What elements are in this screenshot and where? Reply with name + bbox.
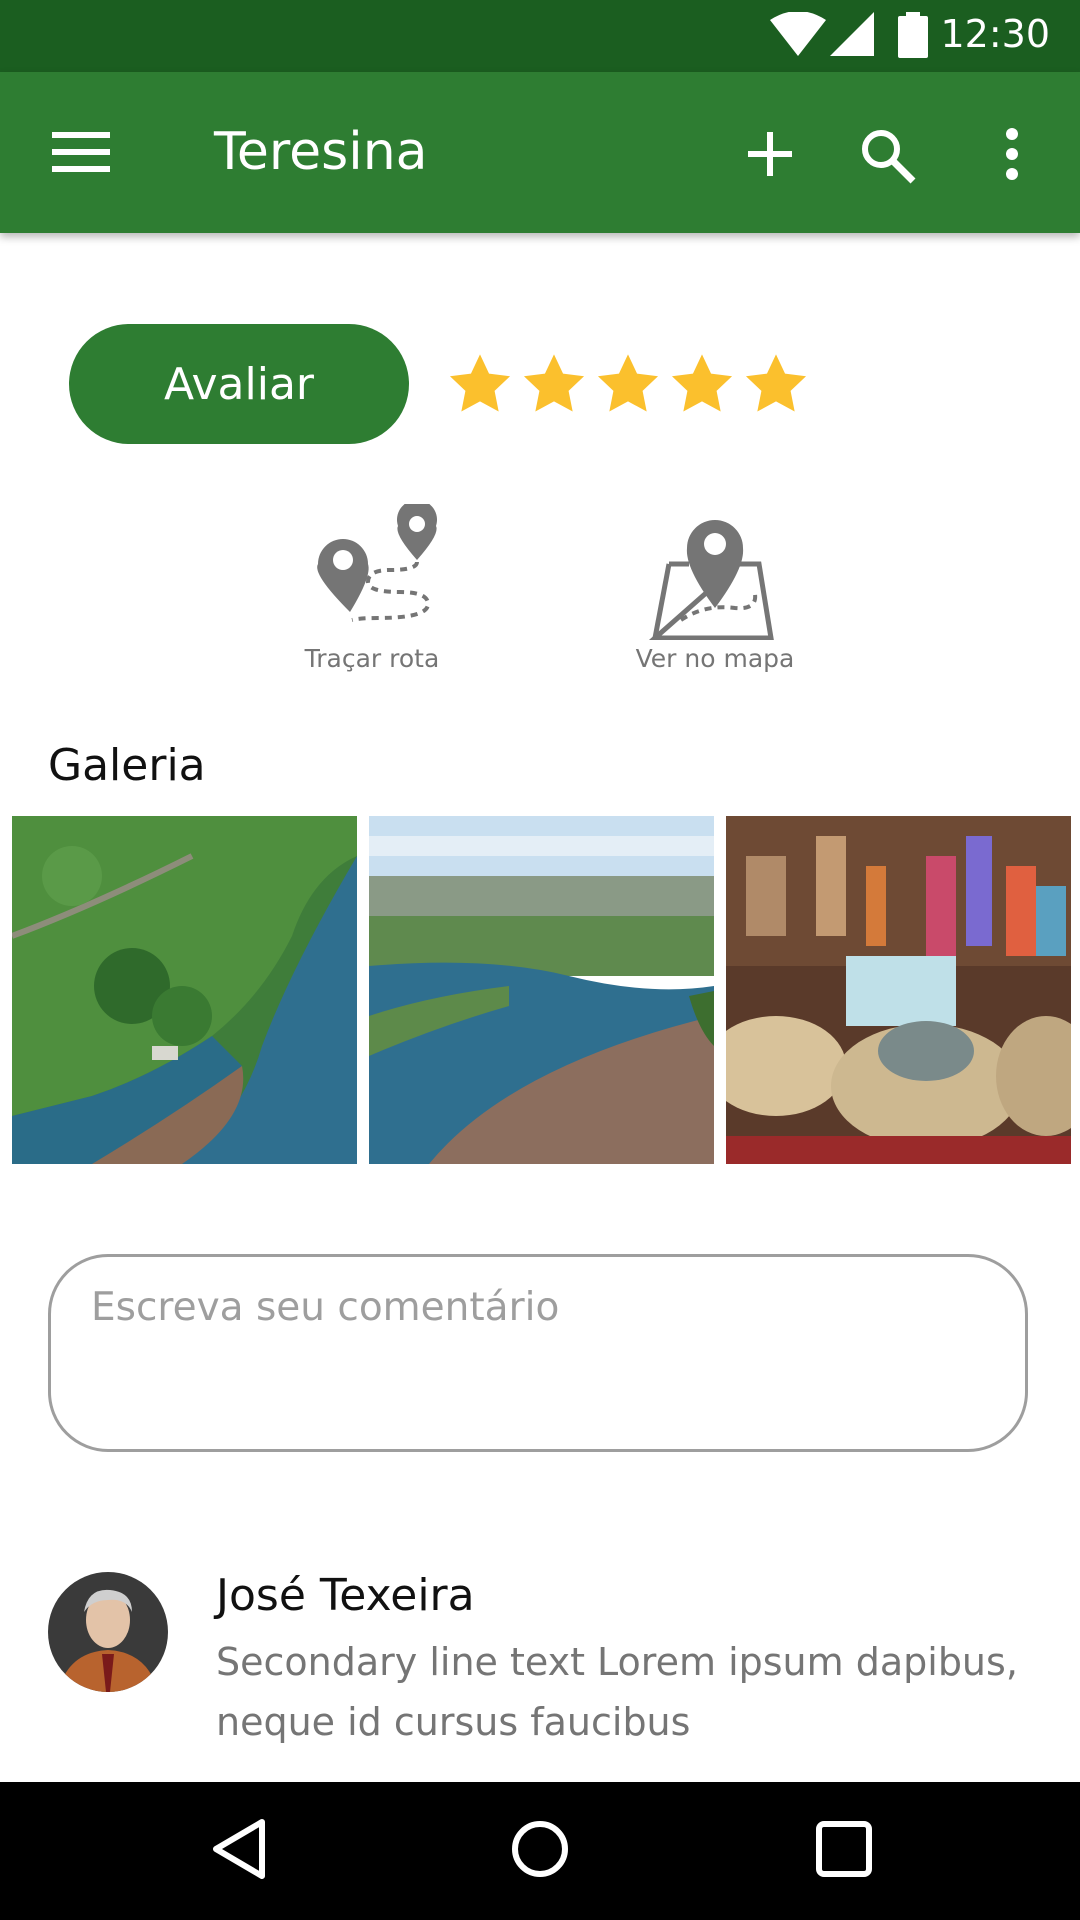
straw-hats-market-image — [726, 816, 1071, 1164]
star-icon[interactable] — [591, 350, 665, 420]
rate-button[interactable]: Avaliar — [69, 324, 409, 444]
star-icon[interactable] — [665, 350, 739, 420]
navigation-bar — [0, 1782, 1080, 1920]
gallery-title: Galeria — [48, 740, 206, 791]
river-aerial-image — [12, 816, 357, 1164]
river-city-image — [369, 816, 714, 1164]
map-pin-icon — [648, 520, 774, 641]
comment-text: Secondary line text Lorem ipsum dapibus,… — [216, 1640, 1018, 1744]
route-action[interactable]: Traçar rota — [262, 499, 482, 673]
status-time: 12:30 — [940, 12, 1050, 56]
status-bar: 12:30 — [0, 0, 1080, 72]
gallery-image-market[interactable] — [726, 816, 1071, 1164]
comment-box — [48, 1254, 1028, 1452]
list-item[interactable]: José Texeira Secondary line text Lorem i… — [0, 1560, 1080, 1744]
map-label: Ver no mapa — [635, 644, 795, 673]
page-title: Teresina — [214, 122, 428, 182]
route-icon — [317, 499, 437, 622]
comment-author: José Texeira — [216, 1570, 475, 1621]
add-icon[interactable] — [748, 132, 792, 176]
route-label: Traçar rota — [304, 644, 440, 673]
star-icon[interactable] — [739, 350, 813, 420]
map-action[interactable]: Ver no mapa — [605, 508, 825, 673]
search-icon[interactable] — [860, 128, 916, 184]
app-bar: Teresina — [0, 72, 1080, 233]
signal-icon — [830, 12, 874, 56]
battery-icon — [898, 12, 928, 58]
gallery-image-river-aerial[interactable] — [12, 816, 357, 1164]
menu-icon[interactable] — [52, 132, 110, 172]
back-icon[interactable] — [210, 1816, 270, 1882]
wifi-icon — [770, 12, 826, 56]
recents-icon[interactable] — [815, 1816, 873, 1882]
avatar-image — [48, 1572, 168, 1692]
star-rating[interactable] — [443, 350, 813, 422]
home-icon[interactable] — [510, 1816, 570, 1882]
more-vert-icon[interactable] — [1002, 128, 1022, 180]
star-icon[interactable] — [443, 350, 517, 420]
comment-input[interactable] — [89, 1283, 993, 1427]
avatar — [48, 1572, 168, 1692]
star-icon[interactable] — [517, 350, 591, 420]
gallery-image-river-city[interactable] — [369, 816, 714, 1164]
